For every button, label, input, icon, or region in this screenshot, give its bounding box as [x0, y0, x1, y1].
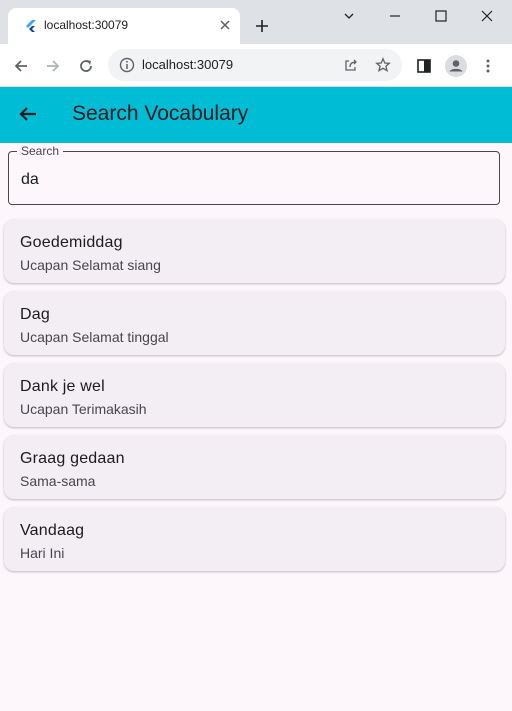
page-title: Search Vocabulary: [72, 102, 249, 125]
vocabulary-meaning: Ucapan Terimakasih: [20, 401, 147, 417]
search-input[interactable]: Search da: [8, 144, 500, 205]
search-value[interactable]: da: [21, 171, 39, 189]
profile-avatar-icon[interactable]: [444, 54, 468, 78]
tab-search-icon[interactable]: [341, 8, 357, 24]
back-icon[interactable]: [12, 57, 30, 75]
forward-icon[interactable]: [44, 57, 62, 75]
vocabulary-meaning: Sama-sama: [20, 473, 96, 489]
close-tab-icon[interactable]: [218, 18, 232, 32]
maximize-icon[interactable]: [433, 8, 449, 24]
tab-title: localhost:30079: [44, 18, 129, 32]
bookmark-star-icon[interactable]: [375, 57, 391, 73]
list-item[interactable]: Dag Ucapan Selamat tinggal: [4, 291, 505, 355]
url-text: localhost:30079: [142, 57, 234, 72]
close-window-icon[interactable]: [479, 8, 495, 24]
new-tab-icon[interactable]: [254, 18, 270, 34]
vocabulary-list: Goedemiddag Ucapan Selamat siang Dag Uca…: [4, 219, 505, 579]
info-icon[interactable]: [119, 57, 135, 73]
back-arrow-icon[interactable]: [17, 103, 39, 125]
more-menu-icon[interactable]: [479, 57, 497, 75]
list-item[interactable]: Graag gedaan Sama-sama: [4, 435, 505, 499]
vocabulary-word: Dank je wel: [20, 378, 105, 395]
list-item[interactable]: Goedemiddag Ucapan Selamat siang: [4, 219, 505, 283]
vocabulary-word: Dag: [20, 306, 50, 323]
vocabulary-word: Graag gedaan: [20, 450, 125, 467]
list-item[interactable]: Dank je wel Ucapan Terimakasih: [4, 363, 505, 427]
vocabulary-meaning: Ucapan Selamat siang: [20, 257, 161, 273]
search-label: Search: [17, 144, 64, 158]
browser-toolbar: localhost:30079: [0, 44, 512, 87]
vocabulary-meaning: Ucapan Selamat tinggal: [20, 329, 169, 345]
list-item[interactable]: Vandaag Hari Ini: [4, 507, 505, 571]
minimize-icon[interactable]: [387, 8, 403, 24]
address-bar[interactable]: localhost:30079: [108, 49, 402, 81]
vocabulary-word: Goedemiddag: [20, 234, 123, 251]
reload-icon[interactable]: [77, 57, 95, 75]
browser-tab[interactable]: localhost:30079: [8, 8, 240, 44]
flutter-icon: [26, 20, 36, 32]
app-bar: Search Vocabulary: [0, 87, 512, 143]
vocabulary-meaning: Hari Ini: [20, 545, 65, 561]
browser-titlebar: localhost:30079: [0, 0, 512, 44]
side-panel-icon[interactable]: [415, 57, 433, 75]
share-icon[interactable]: [343, 57, 359, 73]
vocabulary-word: Vandaag: [20, 522, 85, 539]
